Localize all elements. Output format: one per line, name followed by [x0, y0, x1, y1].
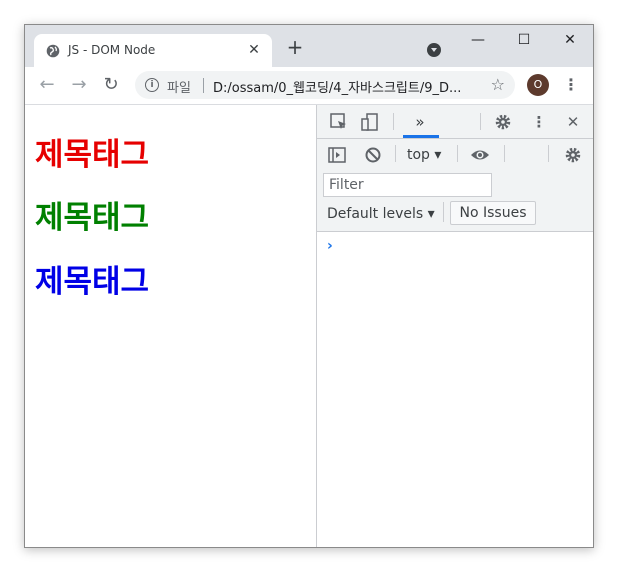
active-tab-indicator — [403, 135, 439, 138]
browser-toolbar: ← → ↻ i 파일 D:/ossam/0_웹코딩/4_자바스크립트/9_D..… — [25, 67, 593, 105]
heading-red: 제목태그 — [35, 137, 150, 173]
heading-green: 제목태그 — [35, 200, 150, 236]
devtools-panel: » ⋮ ✕ top ▾ Filter Default levels ▾ No I… — [317, 105, 593, 547]
new-tab-button[interactable]: + — [285, 37, 305, 57]
device-toolbar-icon[interactable] — [360, 112, 380, 132]
reload-button[interactable]: ↻ — [99, 73, 123, 97]
toolbar-divider — [457, 145, 458, 162]
scheme-label: 파일 — [167, 81, 191, 96]
globe-icon — [46, 44, 60, 58]
console-settings-gear-icon[interactable] — [563, 145, 583, 165]
tab-search-icon[interactable] — [427, 43, 441, 57]
back-button[interactable]: ← — [35, 73, 59, 97]
maximize-button[interactable]: ☐ — [501, 25, 547, 55]
log-levels-dropdown[interactable]: Default levels ▾ — [327, 206, 435, 222]
tab-title: JS - DOM Node — [68, 43, 156, 57]
browser-tab[interactable]: JS - DOM Node ✕ — [34, 34, 272, 67]
close-tab-icon[interactable]: ✕ — [246, 42, 262, 58]
devtools-tabbar: » ⋮ ✕ — [317, 105, 593, 139]
address-separator — [203, 78, 204, 93]
more-tabs-icon[interactable]: » — [410, 112, 430, 132]
console-toolbar: top ▾ Filter Default levels ▾ No Issues — [317, 139, 593, 232]
forward-button[interactable]: → — [67, 73, 91, 97]
issues-button[interactable]: No Issues — [450, 201, 536, 225]
filter-input[interactable]: Filter — [323, 173, 492, 197]
close-devtools-icon[interactable]: ✕ — [563, 112, 583, 132]
address-bar[interactable]: i 파일 D:/ossam/0_웹코딩/4_자바스크립트/9_D... ☆ — [135, 71, 515, 99]
toolbar-divider — [443, 202, 444, 222]
console-prompt[interactable]: › — [327, 238, 333, 254]
browser-menu-icon[interactable]: ⋮ — [561, 73, 581, 97]
toolbar-divider — [393, 113, 394, 130]
bookmark-star-icon[interactable]: ☆ — [491, 75, 505, 94]
heading-blue: 제목태그 — [35, 264, 150, 300]
close-window-button[interactable]: ✕ — [547, 25, 593, 55]
settings-gear-icon[interactable] — [493, 112, 513, 132]
toolbar-divider — [548, 145, 549, 162]
toolbar-divider — [395, 145, 396, 162]
customize-menu-icon[interactable]: ⋮ — [529, 112, 549, 132]
inspect-element-icon[interactable] — [329, 112, 349, 132]
profile-avatar[interactable]: O — [527, 74, 549, 96]
toolbar-divider — [504, 145, 505, 162]
browser-window: JS - DOM Node ✕ + — ☐ ✕ ← → ↻ i 파일 D:/os… — [24, 24, 594, 548]
live-expression-eye-icon[interactable] — [470, 145, 490, 165]
minimize-button[interactable]: — — [455, 25, 501, 55]
info-icon[interactable]: i — [145, 78, 159, 92]
title-bar: JS - DOM Node ✕ + — ☐ ✕ — [25, 25, 593, 67]
url-text[interactable]: D:/ossam/0_웹코딩/4_자바스크립트/9_D... — [213, 77, 479, 96]
clear-console-icon[interactable] — [363, 145, 383, 165]
context-selector[interactable]: top ▾ — [407, 147, 441, 163]
toolbar-divider — [480, 113, 481, 130]
sidebar-toggle-icon[interactable] — [327, 145, 347, 165]
page-viewport: 제목태그 제목태그 제목태그 — [25, 105, 317, 547]
